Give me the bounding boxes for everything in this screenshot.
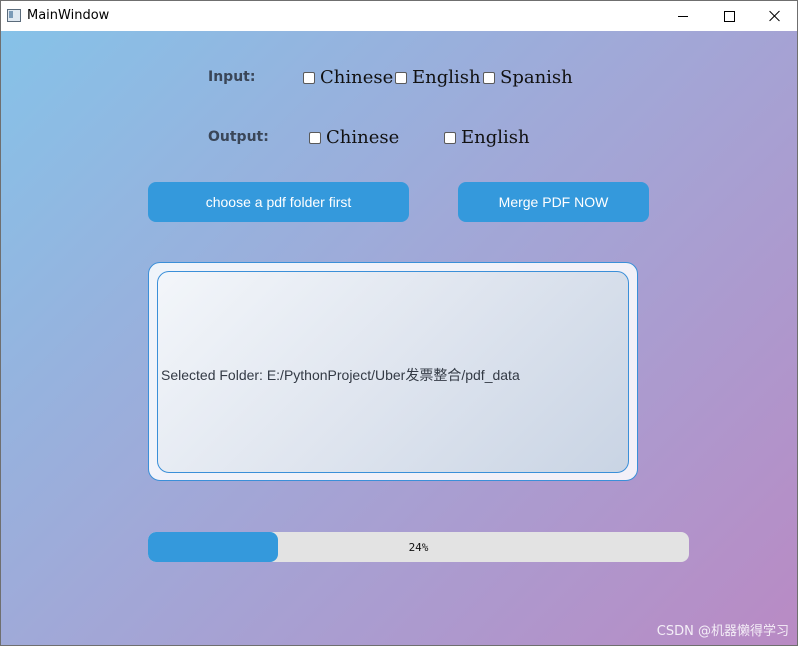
watermark: CSDN @机器懒得学习 <box>656 624 789 639</box>
output-label: Output: <box>208 129 269 145</box>
merge-pdf-button[interactable]: Merge PDF NOW <box>458 182 649 222</box>
input-chinese-checkbox[interactable] <box>303 71 315 84</box>
output-english-checkbox[interactable] <box>444 131 456 144</box>
input-english-checkbox[interactable] <box>395 71 407 84</box>
output-chinese-checkbox[interactable] <box>309 131 321 144</box>
minimize-icon <box>678 15 688 17</box>
client-area: Input: Chinese English Spanish Output: C… <box>1 31 797 645</box>
choose-folder-button[interactable]: choose a pdf folder first <box>148 182 409 222</box>
input-spanish-label: Spanish <box>500 67 573 88</box>
app-window-icon <box>7 9 21 22</box>
close-icon <box>769 10 781 22</box>
output-chinese-label: Chinese <box>326 127 400 148</box>
input-option-chinese[interactable]: Chinese <box>303 67 393 88</box>
progress-text: 24% <box>408 540 429 554</box>
maximize-icon <box>723 10 735 22</box>
main-window: MainWindow Input: Chinese English Spanis… <box>0 0 798 646</box>
input-option-spanish[interactable]: Spanish <box>483 67 573 88</box>
input-english-label: English <box>412 67 481 88</box>
progress-bar: 24% <box>148 532 689 562</box>
output-english-label: English <box>461 127 530 148</box>
maximize-button[interactable] <box>706 1 752 31</box>
input-option-english[interactable]: English <box>395 67 481 88</box>
output-option-english[interactable]: English <box>444 127 530 148</box>
input-spanish-checkbox[interactable] <box>483 71 495 84</box>
close-button[interactable] <box>752 1 797 31</box>
selected-folder-text: Selected Folder: E:/PythonProject/Uber发票… <box>161 367 520 383</box>
output-option-chinese[interactable]: Chinese <box>309 127 399 148</box>
input-label: Input: <box>208 69 256 85</box>
window-title: MainWindow <box>27 8 110 23</box>
title-bar[interactable]: MainWindow <box>1 1 797 31</box>
input-chinese-label: Chinese <box>320 67 394 88</box>
minimize-button[interactable] <box>660 1 706 31</box>
